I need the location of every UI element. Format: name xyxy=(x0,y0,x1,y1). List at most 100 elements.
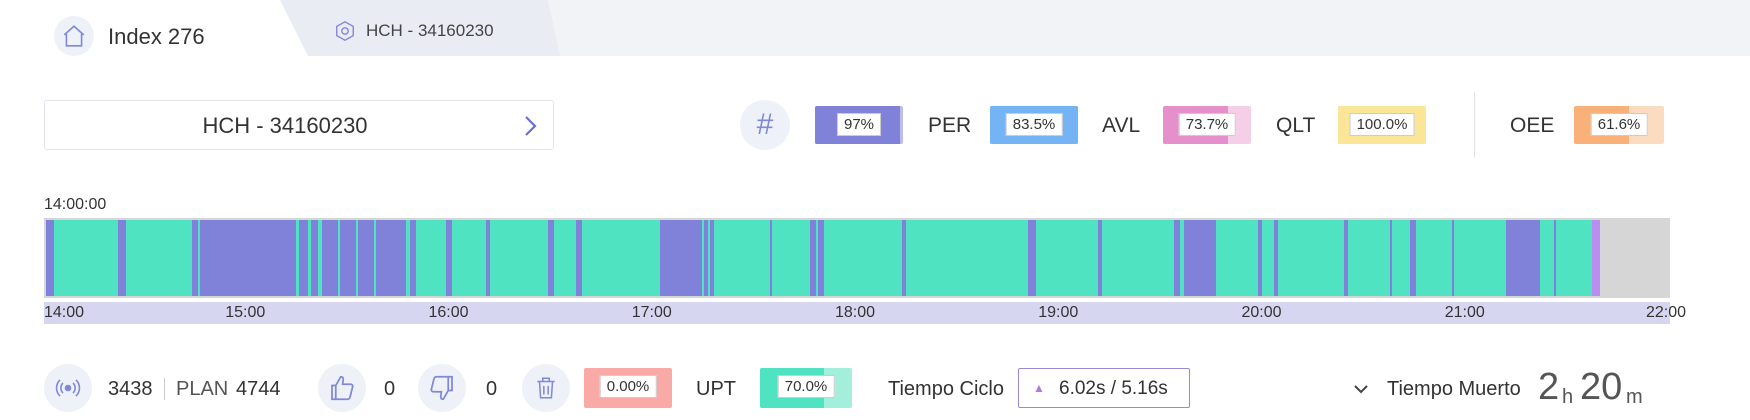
kpi-value-avl: 73.7% xyxy=(1178,113,1236,136)
axis-tick-label: 17:00 xyxy=(631,304,672,321)
timeline-segment-run[interactable] xyxy=(490,220,548,296)
thumbs-up-icon xyxy=(331,375,354,401)
timeline-segment-stop[interactable] xyxy=(46,220,54,296)
signal-icon xyxy=(55,379,81,397)
timeline-segment-run[interactable] xyxy=(554,220,576,296)
kpi-value-qlt: 100.0% xyxy=(1349,113,1415,136)
timeline-segment-stop[interactable] xyxy=(322,220,338,296)
good-count: 0 xyxy=(384,378,396,400)
separator xyxy=(164,378,165,400)
scrap-percentage-box: 0.00% xyxy=(584,368,672,408)
downtime-label[interactable]: Tiempo Muerto xyxy=(1387,378,1521,401)
bad-count: 0 xyxy=(486,378,498,400)
timeline-segment-run[interactable] xyxy=(54,220,118,296)
timeline-segment-other[interactable] xyxy=(1592,220,1600,296)
timeline-segment-stop[interactable] xyxy=(660,220,702,296)
page-title: Index 276 xyxy=(108,24,205,49)
axis-tick-label: 18:00 xyxy=(835,304,876,321)
timeline-segment-run[interactable] xyxy=(824,220,902,296)
home-icon xyxy=(63,25,85,47)
production-timeline[interactable] xyxy=(44,218,1670,298)
axis-tick-label: 16:00 xyxy=(428,304,469,321)
plan-label: PLAN xyxy=(176,378,229,400)
timeline-segment-stop[interactable] xyxy=(358,220,374,296)
tab-machine-label: HCH - 34160230 xyxy=(366,21,494,40)
timeline-segment-run[interactable] xyxy=(126,220,192,296)
kpi-label-per: PER xyxy=(928,114,972,137)
kpi-label-oee: OEE xyxy=(1510,114,1555,137)
timeline-segment-run[interactable] xyxy=(906,220,1028,296)
timeline-segment-stop[interactable] xyxy=(376,220,406,296)
chevron-right-icon[interactable] xyxy=(519,113,541,139)
timeline-segment-run[interactable] xyxy=(1392,220,1410,296)
timeline-segment-stop[interactable] xyxy=(200,220,296,296)
kpi-divider xyxy=(1474,92,1475,158)
timeline-segment-run[interactable] xyxy=(1262,220,1274,296)
kpi-value-oee: 61.6% xyxy=(1590,113,1648,136)
chevron-down-icon[interactable] xyxy=(1352,380,1370,398)
timeline-segment-run[interactable] xyxy=(1416,220,1452,296)
timeline-segment-run[interactable] xyxy=(1278,220,1344,296)
machine-selector-label: HCH - 34160230 xyxy=(202,113,368,138)
timeline-segment-stop[interactable] xyxy=(1028,220,1036,296)
trash-icon xyxy=(537,377,555,399)
home-button[interactable] xyxy=(54,16,94,56)
kpi-box-qlt: 100.0% xyxy=(1338,106,1426,144)
cycle-time-label: Tiempo Ciclo xyxy=(888,378,1004,400)
timeline-segment-run[interactable] xyxy=(1348,220,1390,296)
cycle-time-box: ▲ 6.02s / 5.16s xyxy=(1018,368,1190,408)
scrap-button[interactable] xyxy=(522,364,570,412)
timeline-segment-stop[interactable] xyxy=(340,220,356,296)
good-button[interactable] xyxy=(318,364,366,412)
timeline-segment-run[interactable] xyxy=(416,220,446,296)
kpi-box-avl: 73.7% xyxy=(1163,106,1251,144)
timeline-segment-stop[interactable] xyxy=(118,220,126,296)
kpi-value-per: 83.5% xyxy=(1005,113,1063,136)
timeline-segment-run[interactable] xyxy=(452,220,486,296)
bad-button[interactable] xyxy=(418,364,466,412)
axis-tick-label: 19:00 xyxy=(1038,304,1079,321)
downtime-minutes: 20 xyxy=(1580,366,1623,408)
signal-button[interactable] xyxy=(44,364,92,412)
timeline-segment-run[interactable] xyxy=(772,220,810,296)
timeline-segment-run[interactable] xyxy=(582,220,660,296)
kpi-box-oee: 61.6% xyxy=(1574,106,1664,144)
timeline-segment-stop[interactable] xyxy=(299,220,308,296)
timeline-segment-run[interactable] xyxy=(1102,220,1174,296)
timeline-segment-run[interactable] xyxy=(1556,220,1592,296)
downtime-hours: 2 xyxy=(1538,366,1560,408)
axis-tick-label: 14:00 xyxy=(44,304,85,321)
axis-tick-label: 20:00 xyxy=(1241,304,1282,321)
timeline-segment-stop[interactable] xyxy=(1184,220,1216,296)
kpi-label-avl: AVL xyxy=(1102,114,1141,137)
downtime-hours-unit: h xyxy=(1562,386,1574,408)
downtime-minutes-unit: m xyxy=(1626,386,1643,408)
plan-value: 4744 xyxy=(236,378,281,400)
hexagon-nut-icon xyxy=(336,21,354,41)
machine-selector[interactable]: HCH - 34160230 xyxy=(44,100,554,150)
scrap-percentage: 0.00% xyxy=(599,375,657,398)
axis-tick-label: 15:00 xyxy=(225,304,266,321)
timeline-start-time: 14:00:00 xyxy=(44,196,107,213)
timeline-segment-stop[interactable] xyxy=(311,220,318,296)
hash-icon: # xyxy=(740,100,790,150)
kpi-value-count: 97% xyxy=(836,113,882,136)
timeline-segment-stop[interactable] xyxy=(1506,220,1540,296)
timeline-segment-run[interactable] xyxy=(1454,220,1506,296)
kpi-label-qlt: QLT xyxy=(1276,114,1316,137)
upt-value: 70.0% xyxy=(777,375,835,398)
axis-tick-label: 22:00 xyxy=(1646,304,1687,321)
timeline-segment-run[interactable] xyxy=(1540,220,1554,296)
timeline-segment-run[interactable] xyxy=(1216,220,1258,296)
produced-count: 3438 xyxy=(108,378,153,400)
thumbs-down-icon xyxy=(430,375,453,401)
upt-box: 70.0% xyxy=(760,368,852,408)
axis-tick-label: 21:00 xyxy=(1444,304,1485,321)
timeline-segment-run[interactable] xyxy=(714,220,770,296)
cycle-time-value: 6.02s / 5.16s xyxy=(1059,378,1168,399)
triangle-up-icon: ▲ xyxy=(1033,381,1045,395)
kpi-box-per: 83.5% xyxy=(990,106,1078,144)
upt-label: UPT xyxy=(696,378,736,400)
kpi-box-count: 97% xyxy=(815,106,903,144)
timeline-segment-run[interactable] xyxy=(1036,220,1098,296)
